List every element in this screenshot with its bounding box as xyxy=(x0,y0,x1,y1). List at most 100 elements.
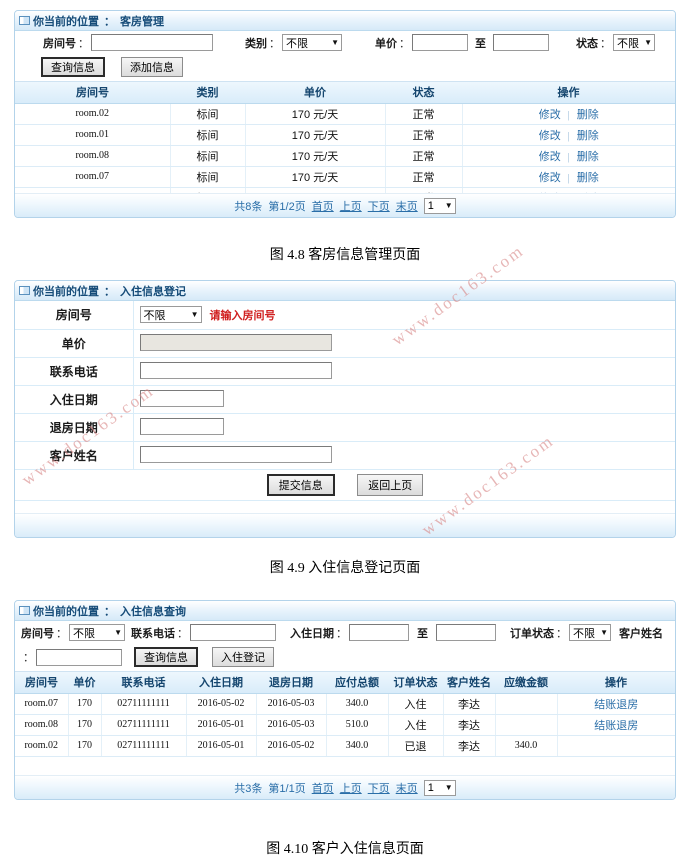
col-actions: 操作 xyxy=(557,672,675,694)
room-no-input[interactable] xyxy=(91,34,213,51)
status-label: 状态 xyxy=(576,37,598,50)
field-label: 房间号 xyxy=(15,301,134,330)
cell-customer-name: 李达 xyxy=(443,735,496,757)
delete-link[interactable]: 删除 xyxy=(577,130,599,142)
pager-prev[interactable]: 上页 xyxy=(340,198,362,214)
form-row: 入住日期 xyxy=(15,385,675,414)
room-no-select[interactable]: 不限 ▼ xyxy=(69,624,125,641)
field-label: 客户姓名 xyxy=(15,441,134,470)
cell-payable-total: 340.0 xyxy=(326,735,389,757)
date-range-to-label: 至 xyxy=(417,627,428,640)
edit-link[interactable]: 修改 xyxy=(539,151,561,163)
page-indicator: 第1/1页 xyxy=(268,782,306,795)
cell-paid-amount xyxy=(495,693,558,715)
phone-input[interactable] xyxy=(190,624,276,641)
pager-next[interactable]: 下页 xyxy=(368,780,390,796)
figure-caption-4-9: 图 4.9 入住信息登记页面 xyxy=(269,561,421,576)
field-value-cell xyxy=(133,357,675,386)
cell-actions: 修改 | 删除 xyxy=(462,124,675,146)
order-status-label: 订单状态 xyxy=(510,627,554,640)
checkin-table-pagination: 共3条 第1/1页 首页 上页 下页 末页 1 ▼ xyxy=(15,775,675,799)
checkout-link[interactable]: 结账退房 xyxy=(594,699,638,711)
cell-customer-name: 李达 xyxy=(443,714,496,736)
back-button[interactable]: 返回上页 xyxy=(357,473,424,496)
breadcrumb: 你当前的位置 ： 入住信息查询 xyxy=(15,601,675,621)
query-button[interactable]: 查询信息 xyxy=(41,57,105,77)
pager-first[interactable]: 首页 xyxy=(312,780,334,796)
add-room-button[interactable]: 添加信息 xyxy=(121,57,183,77)
checkin-query-panel: 你当前的位置 ： 入住信息查询 房间号 ： 不限 ▼ 联系电话 ： 入住日期 ：… xyxy=(14,600,676,800)
delete-link[interactable]: 删除 xyxy=(577,109,599,121)
pager-next[interactable]: 下页 xyxy=(368,198,390,214)
checkin-to-input[interactable] xyxy=(436,624,496,641)
action-separator: | xyxy=(567,109,570,121)
cell-checkin-date: 2016-05-01 xyxy=(186,735,257,757)
status-select[interactable]: 不限 ▼ xyxy=(613,34,655,51)
field-select[interactable]: 不限 ▼ xyxy=(139,306,202,324)
pager-last[interactable]: 末页 xyxy=(396,780,418,796)
page-size-select[interactable]: 1 ▼ xyxy=(423,779,456,796)
col-customer-name: 客户姓名 xyxy=(443,672,495,694)
cell-checkin-date: 2016-05-01 xyxy=(186,714,257,736)
price-max-input[interactable] xyxy=(493,34,549,51)
room-no-label: 房间号 xyxy=(43,37,76,50)
window-icon xyxy=(19,606,30,615)
field-input[interactable] xyxy=(139,362,332,380)
room-no-label: 房间号 xyxy=(21,627,54,640)
col-paid-amount: 应缴金额 xyxy=(495,672,557,694)
cell-payable-total: 340.0 xyxy=(326,693,389,715)
field-input[interactable] xyxy=(139,446,332,464)
cell-status: 正常 xyxy=(385,145,463,167)
cell-customer-name: 李达 xyxy=(443,693,496,715)
cell-room-no: room.08 xyxy=(15,145,171,167)
customer-name-input[interactable] xyxy=(36,648,122,666)
cell-phone: 02711111111 xyxy=(101,714,187,736)
checkin-from-input[interactable] xyxy=(349,624,409,641)
cell-category: 标间 xyxy=(170,124,246,146)
table-row: room.01 标间 170 元/天 正常 修改 | 删除 xyxy=(15,124,675,146)
order-status-select[interactable]: 不限 ▼ xyxy=(569,624,611,641)
table-header-row: 房间号 单价 联系电话 入住日期 退房日期 应付总额 订单状态 客户姓名 应缴金… xyxy=(15,672,675,694)
label-colon: ： xyxy=(556,627,567,640)
submit-button[interactable]: 提交信息 xyxy=(266,473,335,496)
page-size-select[interactable]: 1 ▼ xyxy=(423,197,456,214)
col-category: 类别 xyxy=(170,82,245,104)
cell-phone: 02711111111 xyxy=(101,735,187,757)
chevron-down-icon: ▼ xyxy=(331,38,339,47)
field-input[interactable] xyxy=(139,418,224,436)
page-size-value: 1 xyxy=(427,199,434,212)
cell-phone: 02711111111 xyxy=(101,693,187,715)
label-colon: ： xyxy=(336,627,347,640)
checkout-link[interactable]: 结账退房 xyxy=(594,720,638,732)
cell-price: 170 元/天 xyxy=(245,166,386,188)
edit-link[interactable]: 修改 xyxy=(539,109,561,121)
price-min-input[interactable] xyxy=(412,34,468,51)
cell-status: 正常 xyxy=(385,166,463,188)
field-label: 入住日期 xyxy=(15,385,134,414)
breadcrumb-current: 入住信息登记 xyxy=(120,285,186,298)
edit-link[interactable]: 修改 xyxy=(539,172,561,184)
edit-link[interactable]: 修改 xyxy=(539,130,561,142)
register-checkin-button[interactable]: 入住登记 xyxy=(212,647,274,667)
form-row: 联系电话 xyxy=(15,357,675,386)
form-row: 退房日期 xyxy=(15,413,675,442)
action-separator: | xyxy=(567,151,570,163)
pager-prev[interactable]: 上页 xyxy=(340,780,362,796)
query-button[interactable]: 查询信息 xyxy=(134,647,198,667)
cell-payable-total: 510.0 xyxy=(326,714,389,736)
table-row: room.02 标间 170 元/天 正常 修改 | 删除 xyxy=(15,103,675,125)
field-input[interactable] xyxy=(139,334,332,352)
order-status-select-value: 不限 xyxy=(573,627,595,640)
pager-first[interactable]: 首页 xyxy=(312,198,334,214)
cell-order-status: 入住 xyxy=(388,714,444,736)
delete-link[interactable]: 删除 xyxy=(577,172,599,184)
col-checkout-date: 退房日期 xyxy=(256,672,326,694)
pager-last[interactable]: 末页 xyxy=(396,198,418,214)
field-input[interactable] xyxy=(139,390,224,408)
cell-price: 170 元/天 xyxy=(245,103,386,125)
label-colon: ： xyxy=(269,37,280,50)
delete-link[interactable]: 删除 xyxy=(577,151,599,163)
table-row: room.07 170 02711111111 2016-05-02 2016-05-0… xyxy=(15,693,675,715)
price-range-to-label: 至 xyxy=(475,37,486,50)
category-select[interactable]: 不限 ▼ xyxy=(282,34,342,51)
